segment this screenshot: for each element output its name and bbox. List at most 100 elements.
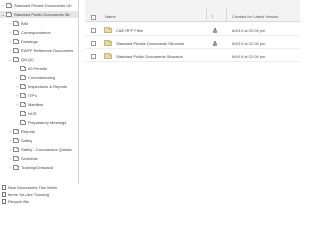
column-header-name[interactable]: Name [105,14,116,19]
chevron-down-icon[interactable]: ⌄ [8,57,12,62]
folder-icon [13,164,19,170]
document-icon [2,185,6,190]
row-date: 6/6/19 at 02:06 pm [232,28,266,33]
tree-item-ewfp-reference-documents[interactable]: › EWFP Reference Documents [8,47,73,54]
chevron-right-icon[interactable]: › [8,30,12,35]
folder-icon [6,11,12,17]
tree-item-inspections-reports[interactable]: › Inspections & Reports [15,83,67,90]
chevron-right-icon[interactable]: › [8,39,12,44]
link-label: New Documents This Week [8,185,58,190]
tree-item-standard-public-documents[interactable]: ⌄ Standard Public Documents Str [0,11,78,18]
document-icon [2,199,6,204]
row-name[interactable]: C&E RFP Files [116,28,143,33]
folder-icon [104,53,112,59]
tree-item-correspondence[interactable]: › Correspondence [8,29,51,36]
chevron-right-icon[interactable]: › [8,21,12,26]
tree-item-label: 00 Permits [28,66,48,71]
tree-item-label: EWFP Reference Documents [21,48,74,53]
tree-item-label: Drawings [21,39,38,44]
chevron-right-icon[interactable]: › [1,3,5,8]
list-header: Name i Created for Latest Version [85,0,300,22]
chevron-right-icon[interactable]: › [15,102,19,107]
row-checkbox[interactable] [91,41,96,46]
tree-item-label: QA-QC [21,57,35,62]
tree-item-itps[interactable]: › ITP's [15,92,37,99]
tree-item-00-permits[interactable]: 00 Permits [20,65,47,72]
folder-icon [13,29,19,35]
tree-item-label: NCR [28,111,37,116]
chevron-right-icon[interactable]: › [8,156,12,161]
folder-icon [104,40,112,46]
folder-icon [13,146,19,152]
tree-item-safety[interactable]: › Safety [8,137,32,144]
row-name[interactable]: Standard Private Documents Structure [116,41,184,46]
tree-item-safety-coronavirus[interactable]: › Safety - Coronavirus Questio [8,146,72,153]
chevron-down-icon[interactable]: ⌄ [1,12,5,17]
tree-item-preparatory-meetings[interactable]: Preparatory Meetings [20,119,66,126]
tree-item-qa-qc[interactable]: ⌄ QA-QC [8,56,34,63]
tree-item-schedule[interactable]: › Schedule [8,155,38,162]
tree-item-ncr[interactable]: NCR [20,110,37,117]
chevron-right-icon[interactable]: › [8,48,12,53]
folder-icon [13,20,19,26]
link-new-documents-this-week[interactable]: New Documents This Week [0,184,57,191]
folder-icon [20,65,26,71]
folder-icon [13,155,19,161]
row-date: 6/6/19 at 02:06 pm [232,54,266,59]
folder-icon [6,2,12,8]
folder-icon [20,92,26,98]
chevron-right-icon[interactable]: › [8,138,12,143]
lock-icon [213,27,217,33]
folder-icon [20,119,26,125]
chevron-right-icon[interactable]: › [15,93,19,98]
tree-item-commissioning[interactable]: › Commissioning [15,74,55,81]
folder-icon [13,38,19,44]
column-header-created[interactable]: Created for Latest Version [232,14,278,19]
column-divider[interactable] [226,8,227,22]
tree-item-label: Schedule [21,156,38,161]
tree-item-label: Training/Onboardi [21,165,53,170]
tree-item-label: Commissioning [28,75,56,80]
folder-icon [13,56,19,62]
document-icon [2,192,6,197]
tree-item-bim[interactable]: › BIM [8,20,28,27]
tree-item-label: Standard Private Documents UK [14,3,72,8]
link-label: Recycle Bin [8,199,30,204]
table-row[interactable]: Standard Public Documents Structure 6/6/… [85,51,300,62]
row-checkbox[interactable] [91,28,96,33]
folder-icon [104,27,112,33]
column-header-info[interactable]: i [212,14,213,20]
chevron-right-icon[interactable]: › [8,147,12,152]
folder-icon [20,110,26,116]
tree-item-label: Standard Public Documents Str [14,12,70,17]
chevron-right-icon[interactable]: › [8,129,12,134]
chevron-right-icon[interactable]: › [15,75,19,80]
tree-item-standard-private-documents-uk[interactable]: › Standard Private Documents UK [1,2,72,9]
row-name[interactable]: Standard Public Documents Structure [116,54,183,59]
lock-icon [213,40,217,46]
link-items-you-are-tracking[interactable]: Items You Are Tracking [0,191,49,198]
link-recycle-bin[interactable]: Recycle Bin [0,198,29,205]
table-row[interactable]: C&E RFP Files 6/6/19 at 02:06 pm [85,25,300,36]
tree-item-label: Reports [21,129,36,134]
tree-item-label: BIM [21,21,29,26]
chevron-right-icon[interactable]: › [8,165,12,170]
tree-item-drawings[interactable]: › Drawings [8,38,38,45]
column-divider[interactable] [206,8,207,22]
saved-views: New Documents This Week Items You Are Tr… [0,184,80,205]
tree-item-label: Preparatory Meetings [28,120,67,125]
row-checkbox[interactable] [91,54,96,59]
table-row[interactable]: Standard Private Documents Structure 6/6… [85,38,300,49]
select-all-checkbox[interactable] [91,15,96,20]
folder-icon [13,47,19,53]
tree-item-reports[interactable]: › Reports [8,128,35,135]
folder-tree: › Standard Private Documents UK ⌄ Standa… [0,0,79,184]
tree-item-label: Safety - Coronavirus Questio [21,147,73,152]
folder-icon [20,74,26,80]
tree-item-manifest[interactable]: › Manifest [15,101,43,108]
tree-item-label: Inspections & Reports [28,84,68,89]
tree-item-training-onboarding[interactable]: › Training/Onboardi [8,164,53,171]
tree-item-label: ITP's [28,93,37,98]
tree-item-label: Manifest [28,102,44,107]
chevron-right-icon[interactable]: › [15,84,19,89]
